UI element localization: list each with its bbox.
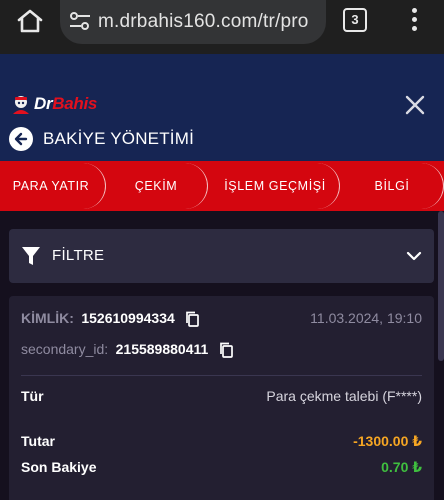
page-title-row: BAKİYE YÖNETİMİ bbox=[9, 126, 194, 152]
filter-toggle[interactable]: FİLTRE bbox=[9, 229, 434, 283]
amount-row: Tutar -1300.00 ₺ bbox=[21, 433, 422, 453]
type-label: Tür bbox=[21, 388, 44, 404]
balance-tabs: PARA YATIR ÇEKİM İŞLEM GEÇMİŞİ BİLGİ bbox=[0, 161, 444, 211]
chevron-down-icon bbox=[406, 251, 422, 261]
address-bar[interactable]: m.drbahis160.com/tr/pro bbox=[60, 0, 326, 44]
copy-icon[interactable] bbox=[185, 311, 200, 327]
app-header: DrBahis BAKİYE YÖNETİMİ bbox=[0, 54, 444, 161]
filter-label: FİLTRE bbox=[52, 247, 105, 264]
transaction-card: KİMLİK: 152610994334 11.03.2024, 19:10 s… bbox=[9, 296, 434, 500]
home-icon[interactable] bbox=[14, 8, 46, 34]
doctor-mascot-icon bbox=[13, 96, 29, 114]
transaction-id-row: KİMLİK: 152610994334 11.03.2024, 19:10 bbox=[21, 310, 422, 330]
drbahis-logo[interactable]: DrBahis bbox=[10, 92, 97, 116]
secondary-id-label: secondary_id: bbox=[21, 341, 109, 357]
balance-value: 0.70 ₺ bbox=[381, 459, 422, 475]
amount-value: -1300.00 ₺ bbox=[353, 433, 422, 449]
filter-icon bbox=[22, 247, 40, 265]
copy-icon[interactable] bbox=[219, 342, 233, 358]
logo-text-dr: Dr bbox=[34, 94, 53, 113]
balance-label: Son Bakiye bbox=[21, 459, 97, 475]
browser-toolbar: m.drbahis160.com/tr/pro 3 bbox=[0, 0, 444, 54]
logo-text-bahis: Bahis bbox=[52, 94, 98, 113]
divider bbox=[21, 375, 422, 376]
type-value: Para çekme talebi (F****) bbox=[266, 388, 422, 404]
tab-switcher-button[interactable]: 3 bbox=[343, 8, 367, 32]
content-area: FİLTRE KİMLİK: 152610994334 11.03.2024, … bbox=[0, 211, 444, 500]
amount-label: Tutar bbox=[21, 433, 55, 449]
url-text[interactable]: m.drbahis160.com/tr/pro bbox=[98, 11, 309, 33]
close-icon[interactable] bbox=[404, 94, 426, 116]
balance-row: Son Bakiye 0.70 ₺ bbox=[21, 459, 422, 479]
page-title: BAKİYE YÖNETİMİ bbox=[43, 129, 195, 148]
back-arrow-icon[interactable] bbox=[9, 127, 33, 151]
id-value: 152610994334 bbox=[81, 310, 175, 326]
transaction-date: 11.03.2024, 19:10 bbox=[310, 310, 422, 326]
id-label: KİMLİK: bbox=[21, 310, 74, 326]
secondary-id-value: 215589880411 bbox=[115, 341, 209, 357]
site-settings-icon[interactable] bbox=[68, 10, 92, 32]
secondary-id-row: secondary_id: 215589880411 bbox=[21, 341, 233, 361]
scrollbar[interactable] bbox=[438, 211, 444, 361]
more-menu-icon[interactable] bbox=[404, 8, 424, 34]
type-row: Tür Para çekme talebi (F****) bbox=[21, 388, 422, 408]
